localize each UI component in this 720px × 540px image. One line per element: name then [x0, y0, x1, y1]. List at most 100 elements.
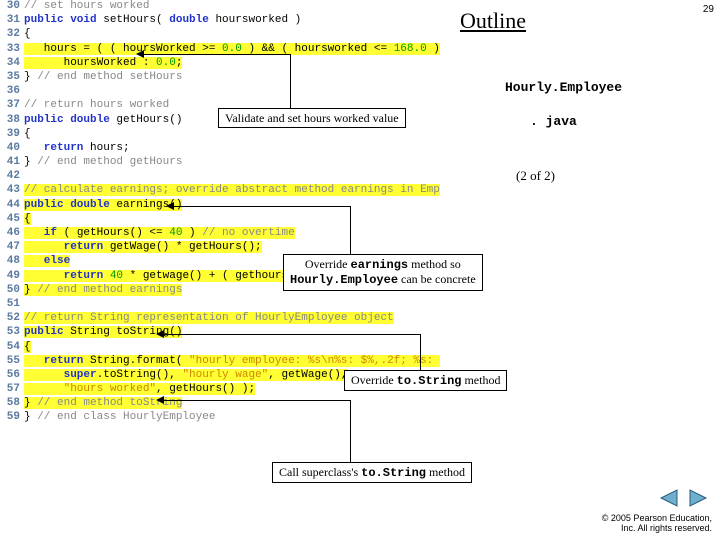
line-number: 47 — [0, 241, 24, 253]
line-number: 51 — [0, 298, 24, 310]
line-number: 32 — [0, 28, 24, 40]
code-line: 31public void setHours( double hourswork… — [0, 14, 440, 28]
line-number: 38 — [0, 114, 24, 126]
code-line: 42 — [0, 170, 440, 184]
line-number: 59 — [0, 411, 24, 423]
nav-buttons — [655, 488, 710, 512]
line-number: 35 — [0, 71, 24, 83]
callout-text: can be concrete — [398, 272, 476, 286]
callout-override-earnings: Override earnings method so Hourly.Emplo… — [283, 254, 483, 291]
code-text: { — [24, 128, 31, 140]
code-line: 51 — [0, 298, 440, 312]
line-number: 43 — [0, 184, 24, 196]
line-number: 37 — [0, 99, 24, 111]
code-line: 52// return String representation of Hou… — [0, 312, 440, 326]
copyright: © 2005 Pearson Education, Inc. All right… — [602, 514, 712, 534]
code-text: } // end method setHours — [24, 71, 182, 83]
line-number: 41 — [0, 156, 24, 168]
code-text: public double getHours() — [24, 114, 182, 126]
code-text: hoursWorked : 0.0; — [24, 57, 182, 69]
code-text: return getWage() * getHours(); — [24, 241, 262, 253]
code-text: { — [24, 28, 31, 40]
line-number: 52 — [0, 312, 24, 324]
code-line: 59} // end class HourlyEmployee — [0, 411, 440, 425]
arrow-head-icon — [156, 396, 164, 404]
line-number: 34 — [0, 57, 24, 69]
code-text: // set hours worked — [24, 0, 149, 12]
class-name-label: Hourly.Employee — [505, 80, 622, 95]
line-number: 56 — [0, 369, 24, 381]
line-number: 36 — [0, 85, 24, 97]
callout-text: Call superclass's — [279, 465, 361, 479]
code-text: // return hours worked — [24, 99, 169, 111]
line-number: 58 — [0, 397, 24, 409]
code-line: 46 if ( getHours() <= 40 ) // no overtim… — [0, 227, 440, 241]
callout-text: Override — [305, 257, 351, 271]
line-number: 40 — [0, 142, 24, 154]
line-number: 45 — [0, 213, 24, 225]
slide-number: 29 — [703, 4, 714, 15]
code-text: public void setHours( double hoursworked… — [24, 14, 301, 26]
line-number: 50 — [0, 284, 24, 296]
code-listing: 30// set hours worked31public void setHo… — [0, 0, 440, 426]
arrow-head-icon — [166, 202, 174, 210]
code-line: 40 return hours; — [0, 142, 440, 156]
code-line: 55 return String.format( "hourly employe… — [0, 355, 440, 369]
callout-text: method so — [408, 257, 461, 271]
callout-override-tostring: Override to.String method — [344, 370, 507, 391]
line-number: 57 — [0, 383, 24, 395]
line-number: 39 — [0, 128, 24, 140]
line-number: 53 — [0, 326, 24, 338]
outline-title: Outline — [460, 8, 526, 34]
line-number: 44 — [0, 199, 24, 211]
callout-code: to.String — [361, 466, 426, 480]
callout-arrow — [350, 400, 351, 462]
code-line: 43// calculate earnings; override abstra… — [0, 184, 440, 198]
arrow-head-icon — [156, 330, 164, 338]
code-text: { — [24, 213, 31, 225]
code-line: 41} // end method getHours — [0, 156, 440, 170]
callout-arrow — [290, 54, 291, 108]
code-text: public double earnings() — [24, 199, 182, 211]
callout-validate-hours: Validate and set hours worked value — [218, 108, 406, 128]
page-indicator: (2 of 2) — [516, 168, 555, 184]
callout-text: method — [461, 373, 500, 387]
callout-arrow — [350, 206, 351, 254]
callout-code: to.String — [397, 374, 462, 388]
callout-arrow — [160, 334, 420, 335]
code-text: return String.format( "hourly employee: … — [24, 355, 486, 367]
code-text: // calculate earnings; override abstract… — [24, 184, 473, 196]
callout-text: Validate and set hours worked value — [225, 111, 399, 125]
callout-code: Hourly.Employee — [290, 273, 398, 287]
code-line: 54{ — [0, 341, 440, 355]
code-text: // return String representation of Hourl… — [24, 312, 394, 324]
code-text: "hours worked", getHours() ); — [24, 383, 255, 395]
callout-text: method — [426, 465, 465, 479]
line-number: 31 — [0, 14, 24, 26]
code-text: } // end method earnings — [24, 284, 182, 296]
next-slide-icon[interactable] — [688, 488, 710, 508]
line-number: 55 — [0, 355, 24, 367]
code-line: 32{ — [0, 28, 440, 42]
line-number: 30 — [0, 0, 24, 12]
code-line: 35} // end method setHours — [0, 71, 440, 85]
line-number: 49 — [0, 270, 24, 282]
arrow-head-icon — [136, 50, 144, 58]
copyright-line: Inc. All rights reserved. — [621, 523, 712, 533]
callout-text: Override — [351, 373, 397, 387]
callout-arrow — [140, 54, 290, 55]
code-text: if ( getHours() <= 40 ) // no overtime — [24, 227, 295, 239]
line-number: 33 — [0, 43, 24, 55]
prev-slide-icon[interactable] — [657, 488, 679, 508]
code-text: hours = ( ( hoursWorked >= 0.0 ) && ( ho… — [24, 43, 466, 55]
code-text: } // end class HourlyEmployee — [24, 411, 215, 423]
line-number: 48 — [0, 255, 24, 267]
code-text: } // end method getHours — [24, 156, 182, 168]
code-line: 39{ — [0, 128, 440, 142]
code-line: 36 — [0, 85, 440, 99]
callout-superclass-tostring: Call superclass's to.String method — [272, 462, 472, 483]
callout-arrow — [420, 334, 421, 370]
code-line: 45{ — [0, 213, 440, 227]
line-number: 54 — [0, 341, 24, 353]
line-number: 42 — [0, 170, 24, 182]
